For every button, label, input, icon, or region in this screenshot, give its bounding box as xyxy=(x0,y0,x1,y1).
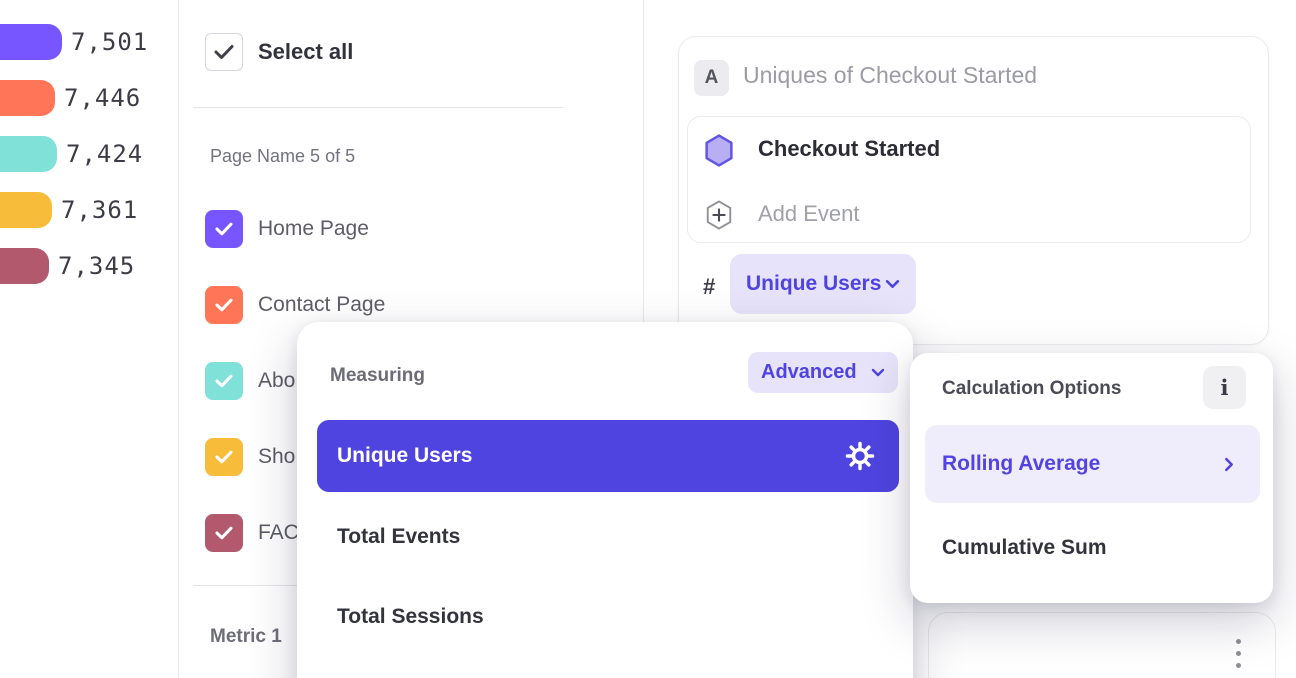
checkbox-faq-page[interactable] xyxy=(205,514,243,552)
divider xyxy=(193,107,563,108)
add-event-hexagon-plus-icon[interactable] xyxy=(705,200,733,230)
chevron-right-icon xyxy=(1224,457,1234,472)
checkbox-about-page[interactable] xyxy=(205,362,243,400)
bar-row: 7,501 xyxy=(0,24,148,60)
checkbox-label[interactable]: Sho xyxy=(258,438,295,476)
option-label: Rolling Average xyxy=(925,452,1100,476)
calc-option-rolling-average[interactable]: Rolling Average xyxy=(925,425,1260,503)
check-icon xyxy=(215,526,233,540)
series-badge: A xyxy=(694,60,729,96)
select-all-label[interactable]: Select all xyxy=(258,33,353,71)
query-name-input[interactable]: Uniques of Checkout Started xyxy=(743,62,1037,89)
bar-segment xyxy=(0,80,55,116)
bar-row: 7,424 xyxy=(0,136,143,172)
add-event-button[interactable]: Add Event xyxy=(758,201,860,227)
bar-value: 7,345 xyxy=(58,252,135,280)
checkbox-label[interactable]: Abo xyxy=(258,362,295,400)
checkbox-contact-page[interactable] xyxy=(205,286,243,324)
measurement-prefix: # xyxy=(703,274,715,300)
info-icon: i xyxy=(1221,375,1229,400)
bar-row: 7,361 xyxy=(0,192,138,228)
check-icon xyxy=(215,298,233,312)
secondary-metric-card xyxy=(928,612,1276,678)
option-label: Unique Users xyxy=(317,444,472,468)
event-hexagon-icon xyxy=(704,134,734,167)
bar-row: 7,446 xyxy=(0,80,141,116)
bar-segment xyxy=(0,136,57,172)
measurement-value: Unique Users xyxy=(746,272,881,296)
info-button[interactable]: i xyxy=(1203,366,1246,409)
advanced-label: Advanced xyxy=(761,361,857,384)
calculation-options-menu: Calculation Options i Rolling Average Cu… xyxy=(910,353,1273,603)
metric-label: Metric 1 xyxy=(210,626,282,648)
gear-icon[interactable] xyxy=(845,441,875,471)
measurement-dropdown[interactable]: Unique Users xyxy=(730,254,916,314)
bar-row: 7,345 xyxy=(0,248,135,284)
measuring-menu-title: Measuring xyxy=(330,365,425,387)
bar-value: 7,361 xyxy=(61,196,138,224)
panel-divider-left xyxy=(178,0,179,678)
bar-segment xyxy=(0,192,52,228)
calculation-menu-title: Calculation Options xyxy=(942,378,1121,400)
chevron-down-icon xyxy=(871,368,885,377)
check-icon xyxy=(215,374,233,388)
analytics-app: 7,501 7,446 7,424 7,361 7,345 Select all xyxy=(0,0,1296,678)
check-icon xyxy=(215,222,233,236)
bar-segment xyxy=(0,248,49,284)
menu-option-total-sessions[interactable]: Total Sessions xyxy=(337,605,484,629)
calc-option-cumulative-sum[interactable]: Cumulative Sum xyxy=(942,536,1107,560)
checkbox-shop-page[interactable] xyxy=(205,438,243,476)
bar-value: 7,424 xyxy=(66,140,143,168)
checkbox-label[interactable]: Home Page xyxy=(258,210,369,248)
select-all-checkbox[interactable] xyxy=(205,33,243,71)
group-label: Page Name 5 of 5 xyxy=(210,146,355,167)
menu-option-total-events[interactable]: Total Events xyxy=(337,525,460,549)
menu-option-unique-users[interactable]: Unique Users xyxy=(317,420,899,492)
event-row[interactable]: Checkout Started xyxy=(758,136,940,162)
bar-segment xyxy=(0,24,62,60)
checkbox-label[interactable]: Contact Page xyxy=(258,286,385,324)
checkbox-label[interactable]: FAC xyxy=(258,514,299,552)
advanced-dropdown[interactable]: Advanced xyxy=(748,352,898,393)
bar-value: 7,446 xyxy=(64,84,141,112)
check-icon xyxy=(214,44,234,60)
measuring-menu: Measuring Advanced Unique Users Total Ev… xyxy=(297,322,913,678)
check-icon xyxy=(215,450,233,464)
bar-value: 7,501 xyxy=(71,28,148,56)
chevron-down-icon xyxy=(885,279,900,289)
checkbox-home-page[interactable] xyxy=(205,210,243,248)
kebab-menu-icon[interactable] xyxy=(1236,639,1241,668)
